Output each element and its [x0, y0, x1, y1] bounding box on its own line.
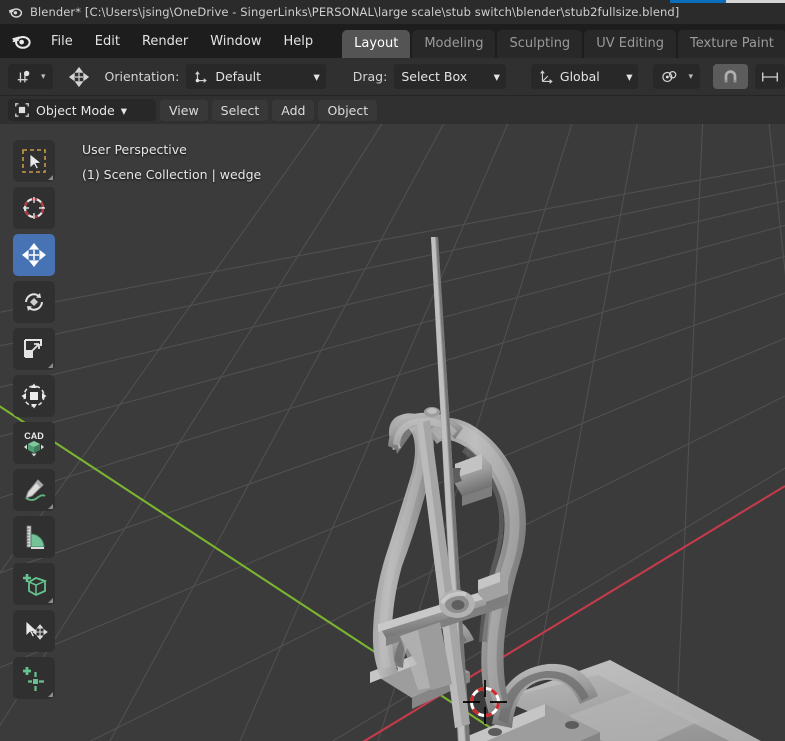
- chevron-down-icon: ▾: [41, 71, 46, 82]
- add-cube-tool[interactable]: [13, 563, 55, 605]
- scale-tool[interactable]: [13, 328, 55, 370]
- tab-modeling[interactable]: Modeling: [412, 30, 496, 58]
- tab-sculpting[interactable]: Sculpting: [497, 30, 583, 58]
- tweak-move-tool[interactable]: [13, 610, 55, 652]
- tab-layout[interactable]: Layout: [342, 30, 411, 58]
- cursor-tool[interactable]: [13, 187, 55, 229]
- drag-value: Select Box: [401, 69, 468, 84]
- svg-text:CAD: CAD: [24, 431, 44, 441]
- 3d-cursor-icon: [23, 197, 45, 219]
- cad-transform-tool[interactable]: CAD: [13, 422, 55, 464]
- topbar: File Edit Render Window Help Layout Mode…: [0, 24, 785, 58]
- interaction-mode-dropdown[interactable]: Object Mode ▾: [8, 99, 156, 121]
- viewport-menu-view[interactable]: View: [160, 99, 208, 121]
- proportional-editing-icon: [662, 70, 677, 82]
- measure-tool[interactable]: [13, 516, 55, 558]
- chevron-down-icon: ▾: [626, 69, 633, 84]
- viewport-canvas: [0, 124, 785, 741]
- add-cube-icon: [23, 574, 48, 597]
- rotate-arrows-icon: [25, 293, 43, 311]
- 3d-viewport[interactable]: User Perspective (1) Scene Collection | …: [0, 124, 785, 741]
- chevron-down-icon: ▾: [313, 69, 320, 84]
- tweak-select-box-tool[interactable]: [13, 140, 55, 182]
- transform-tool[interactable]: [13, 375, 55, 417]
- tab-uv-editing[interactable]: UV Editing: [584, 30, 677, 58]
- viewport-scene-label: (1) Scene Collection | wedge: [82, 167, 262, 182]
- viewport-menu-object[interactable]: Object: [318, 99, 378, 121]
- add-crosshair-icon: [23, 667, 44, 691]
- object-mode-icon: [15, 103, 29, 117]
- transform-orientation-value: Global: [559, 69, 600, 84]
- select-box-cursor-icon: [22, 149, 46, 173]
- orientation-label: Orientation:: [104, 69, 180, 84]
- drag-action-dropdown[interactable]: Select Box ▾: [394, 64, 506, 89]
- tab-texture-paint[interactable]: Texture Paint: [678, 30, 785, 58]
- tool-submenu-indicator: [48, 504, 53, 509]
- transform-square-arrows-icon: [21, 383, 47, 409]
- pivot-hub: [439, 590, 475, 618]
- viewport-menu-select[interactable]: Select: [211, 99, 269, 121]
- menu-help[interactable]: Help: [273, 31, 325, 52]
- snap-toggle-button[interactable]: [713, 64, 748, 89]
- window-title: Blender* [C:\Users\jsing\OneDrive - Sing…: [30, 5, 680, 19]
- proportional-editing-button[interactable]: ▾: [653, 64, 700, 89]
- move-gizmo-toggle[interactable]: [60, 64, 98, 89]
- menu-render[interactable]: Render: [131, 31, 199, 52]
- move-arrows-icon: [22, 243, 46, 267]
- snap-magnet-dropdown-icon: [17, 70, 30, 82]
- viewport-menu-add[interactable]: Add: [272, 99, 315, 121]
- orientation-value: Default: [215, 69, 261, 84]
- interaction-mode-value: Object Mode: [36, 102, 115, 118]
- drag-label: Drag:: [352, 69, 388, 84]
- tool-submenu-indicator: [48, 692, 53, 697]
- blender-logo-icon[interactable]: [10, 30, 32, 52]
- pencil-annotate-icon: [25, 479, 46, 501]
- viewport-toolbar: CAD: [13, 140, 55, 699]
- menu-edit[interactable]: Edit: [84, 31, 131, 52]
- chevron-down-icon: ▾: [493, 69, 500, 84]
- menu-file[interactable]: File: [40, 31, 84, 52]
- scale-corner-icon: [24, 339, 42, 358]
- global-axes-icon: [540, 69, 553, 84]
- main-menu: File Edit Render Window Help: [40, 24, 324, 58]
- snap-preset-button[interactable]: ▾: [8, 64, 53, 89]
- orientation-dropdown[interactable]: Default ▾: [186, 64, 326, 89]
- annotate-tool[interactable]: [13, 469, 55, 511]
- titlebar-progress-indicator: [670, 0, 785, 3]
- workspace-tabs: Layout Modeling Sculpting UV Editing Tex…: [342, 24, 785, 58]
- tool-settings-bar: ▾ Orientation: Default ▾ Drag: Select Bo…: [0, 58, 785, 96]
- add-primitive-tool[interactable]: [13, 657, 55, 699]
- blender-window: Blender* [C:\Users\jsing\OneDrive - Sing…: [0, 0, 785, 741]
- cad-cube-icon: CAD: [24, 431, 44, 457]
- rotate-tool[interactable]: [13, 281, 55, 323]
- transform-orientation-dropdown[interactable]: Global ▾: [530, 64, 639, 89]
- orientation-axis-icon: [195, 70, 208, 83]
- tool-submenu-indicator: [48, 175, 53, 180]
- blender-logo-icon: [8, 8, 23, 18]
- chevron-down-icon: ▾: [120, 102, 128, 118]
- ruler-protractor-icon: [26, 525, 45, 549]
- chevron-down-icon: ▾: [688, 71, 693, 82]
- tool-submenu-indicator: [48, 598, 53, 603]
- viewport-header: Object Mode ▾ View Select Add Object: [0, 96, 785, 124]
- cursor-move-icon: [25, 620, 48, 640]
- snap-increment-icon: [762, 71, 778, 82]
- snap-target-dropdown[interactable]: [755, 64, 785, 89]
- tool-submenu-indicator: [48, 363, 53, 368]
- move-arrows-icon: [68, 66, 89, 87]
- menu-window[interactable]: Window: [199, 31, 272, 52]
- move-tool[interactable]: [13, 234, 55, 276]
- viewport-perspective-label: User Perspective: [82, 142, 187, 157]
- window-titlebar: Blender* [C:\Users\jsing\OneDrive - Sing…: [0, 0, 785, 24]
- magnet-icon: [724, 69, 737, 82]
